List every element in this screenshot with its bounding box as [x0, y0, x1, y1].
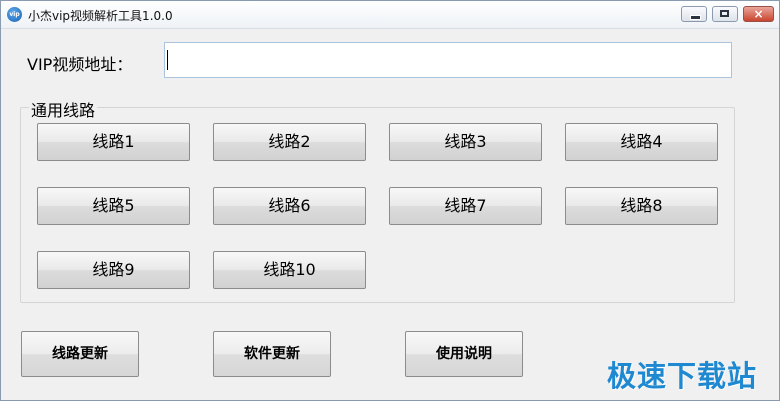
- video-url-input[interactable]: [164, 42, 732, 78]
- line-8-button[interactable]: 线路8: [565, 187, 718, 225]
- minimize-icon: [690, 15, 701, 20]
- line-6-button[interactable]: 线路6: [213, 187, 366, 225]
- update-software-button[interactable]: 软件更新: [213, 331, 331, 377]
- app-globe-icon: vip: [7, 7, 22, 22]
- maximize-icon: [720, 10, 729, 17]
- line-3-button[interactable]: 线路3: [389, 123, 542, 161]
- close-icon: ×: [753, 7, 764, 21]
- line-5-button[interactable]: 线路5: [37, 187, 190, 225]
- app-window: vip 小杰vip视频解析工具1.0.0 × VIP视频地址： 通用线路 线路1…: [0, 0, 780, 401]
- instructions-button[interactable]: 使用说明: [405, 331, 523, 377]
- line-9-button[interactable]: 线路9: [37, 251, 190, 289]
- watermark-logo: 极速下载站: [607, 359, 758, 393]
- update-lines-button[interactable]: 线路更新: [21, 331, 139, 377]
- line-4-button[interactable]: 线路4: [565, 123, 718, 161]
- title-bar[interactable]: vip 小杰vip视频解析工具1.0.0 ×: [1, 1, 779, 29]
- line-2-button[interactable]: 线路2: [213, 123, 366, 161]
- maximize-button[interactable]: [712, 6, 738, 22]
- text-caret: [167, 50, 168, 70]
- minimize-button[interactable]: [681, 6, 707, 22]
- close-button[interactable]: ×: [743, 6, 774, 22]
- line-1-button[interactable]: 线路1: [37, 123, 190, 161]
- url-label: VIP视频地址：: [27, 55, 133, 74]
- group-label: 通用线路: [29, 97, 98, 121]
- line-7-button[interactable]: 线路7: [389, 187, 542, 225]
- window-title: 小杰vip视频解析工具1.0.0: [28, 9, 173, 23]
- line-10-button[interactable]: 线路10: [213, 251, 366, 289]
